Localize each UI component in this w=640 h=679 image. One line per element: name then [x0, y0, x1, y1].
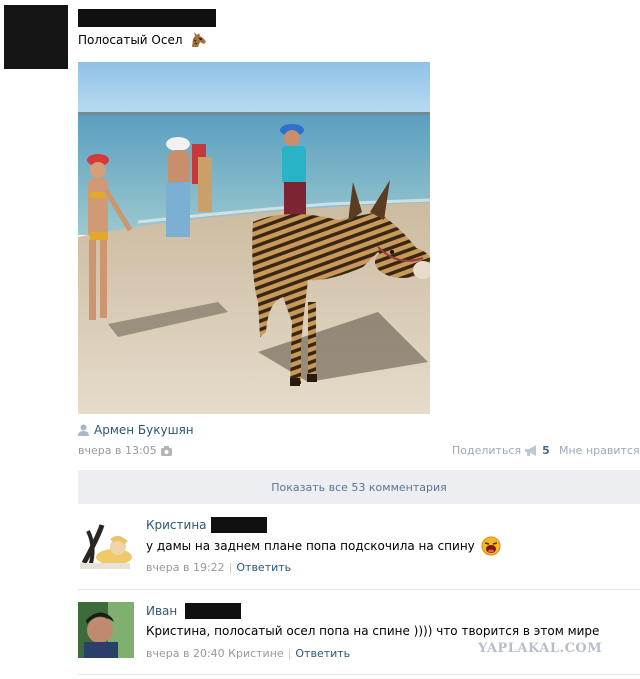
post-photo[interactable]: [78, 62, 430, 414]
comment-avatar[interactable]: [78, 517, 134, 573]
post-text-label: Полосатый Осел: [78, 33, 183, 47]
commenter-photo-ivan: [78, 602, 134, 658]
post-date[interactable]: вчера в 13:05: [78, 444, 172, 457]
comment-meta: вчера в 20:40 Кристине | Ответить: [146, 647, 350, 660]
share-count: 5: [542, 444, 550, 457]
laughing-face-icon: [481, 536, 501, 556]
comment-text-label: у дамы на заднем плане попа подскочила н…: [146, 539, 475, 553]
post-date-label: вчера в 13:05: [78, 444, 157, 457]
user-icon: [78, 424, 89, 436]
comment-text-label: Кристина, полосатый осел попа на спине )…: [146, 624, 600, 638]
share-label: Поделиться: [452, 444, 522, 457]
comment-author[interactable]: Кристина: [146, 517, 267, 533]
reply-button[interactable]: Ответить: [236, 561, 291, 574]
comment-author[interactable]: Иван: [146, 603, 242, 619]
comment-divider: [78, 589, 640, 590]
show-all-comments-button[interactable]: Показать все 53 комментария: [78, 470, 640, 504]
donkey-emoji-icon: [191, 32, 206, 47]
post-author-label: Армен Букушян: [94, 423, 194, 437]
comment-date[interactable]: вчера в 19:22: [146, 561, 225, 574]
post-author-name-redacted[interactable]: [78, 9, 216, 27]
beach-donkey-photo: [78, 62, 430, 414]
post-author-avatar[interactable]: [4, 5, 68, 69]
comment-author-surname-redacted: [185, 603, 242, 619]
commenter-photo-kristina: [78, 517, 134, 573]
meta-separator: |: [287, 647, 292, 660]
comment-author-label: Иван: [146, 604, 178, 618]
like-button[interactable]: Мне нравится: [559, 444, 640, 457]
site-watermark: YAPLAKAL.COM: [478, 641, 603, 656]
meta-separator: |: [228, 561, 233, 574]
comment-date[interactable]: вчера в 20:40: [146, 647, 225, 660]
reply-to-link[interactable]: Кристине: [228, 647, 284, 660]
comment-text: Кристина, полосатый осел попа на спине )…: [146, 624, 599, 638]
camera-icon: [160, 445, 172, 456]
comment-author-label: Кристина: [146, 518, 207, 532]
show-all-comments-label: Показать все 53 комментария: [271, 480, 447, 494]
share-button[interactable]: Поделиться 5: [452, 444, 550, 457]
comment-author-surname-redacted: [210, 517, 267, 533]
comment-text: у дамы на заднем плане попа подскочила н…: [146, 536, 501, 556]
reply-button[interactable]: Ответить: [295, 647, 350, 660]
post-author-link[interactable]: Армен Букушян: [78, 423, 194, 437]
like-label: Мне нравится: [559, 444, 640, 457]
megaphone-icon: [525, 445, 537, 456]
comment-meta: вчера в 19:22 | Ответить: [146, 561, 291, 574]
comment-avatar[interactable]: [78, 602, 134, 658]
post-text: Полосатый Осел: [78, 32, 207, 48]
comment-divider: [78, 674, 640, 675]
